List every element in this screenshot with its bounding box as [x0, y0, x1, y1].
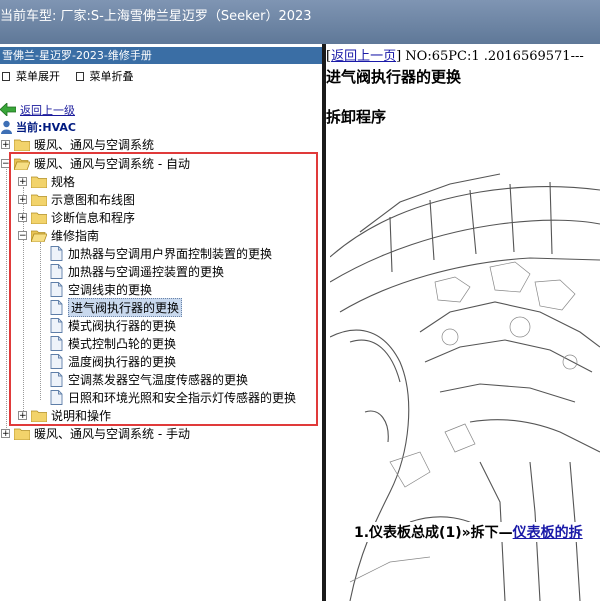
tree-node-diagnostics[interactable]: + 诊断信息和程序 — [18, 208, 135, 226]
manual-title: 雪佛兰-星迈罗-2023-维修手册 — [2, 49, 152, 62]
back-up-level-label: 返回上一级 — [20, 103, 75, 117]
tree-doc[interactable]: 空调蒸发器空气温度传感器的更换 — [50, 370, 248, 388]
open-folder-icon — [31, 230, 47, 242]
folder-icon — [14, 428, 30, 440]
content-panel: [返回上一页] NO:65PC:1 .2016569571--- 进气阀执行器的… — [326, 44, 600, 601]
folder-icon — [31, 176, 47, 188]
tree-doc[interactable]: 空调线束的更换 — [50, 280, 152, 298]
tree-doc-label: 加热器与空调用户界面控制装置的更换 — [68, 246, 273, 261]
tree-doc-selected[interactable]: 进气阀执行器的更换 — [50, 297, 183, 317]
document-icon — [50, 335, 63, 351]
tree-doc-label: 模式控制凸轮的更换 — [68, 336, 177, 351]
tree-doc-label: 模式阀执行器的更换 — [68, 318, 177, 333]
tree-doc-label: 日照和环境光照和安全指示灯传感器的更换 — [68, 390, 297, 405]
tree-doc[interactable]: 加热器与空调用户界面控制装置的更换 — [50, 244, 272, 262]
expand-toggle-icon[interactable]: + — [1, 428, 10, 438]
folder-icon — [31, 410, 47, 422]
document-icon — [50, 353, 63, 369]
navigation-panel: 雪佛兰-星迈罗-2023-维修手册 菜单展开 菜单折叠 返回上一级 当前:HVA… — [0, 44, 322, 601]
tree-node-hvac-manual[interactable]: + 暖风、通风与空调系统 - 手动 — [1, 424, 190, 442]
doc-header: [返回上一页] NO:65PC:1 .2016569571--- — [326, 49, 584, 64]
tree-doc-label: 温度阀执行器的更换 — [68, 354, 177, 369]
tree-node-hvac-auto[interactable]: − 暖风、通风与空调系统 - 自动 — [1, 154, 190, 172]
tree-doc[interactable]: 模式阀执行器的更换 — [50, 316, 176, 334]
document-icon — [50, 263, 63, 279]
current-location-label: 当前:HVAC — [16, 121, 76, 134]
tree-node-description[interactable]: + 说明和操作 — [18, 406, 111, 424]
tree-node-label: 暖风、通风与空调系统 - 自动 — [34, 156, 190, 171]
tree-node-repair-guide[interactable]: − 维修指南 — [18, 226, 99, 244]
collapse-menu-button[interactable]: 菜单折叠 — [74, 68, 134, 84]
document-icon — [50, 317, 63, 333]
user-icon — [1, 120, 12, 134]
vehicle-label: 当前车型: 厂家:S-上海雪佛兰星迈罗（Seeker）2023 — [0, 9, 312, 24]
folder-icon — [14, 139, 30, 151]
document-icon — [50, 371, 63, 387]
tree-node-specs[interactable]: + 规格 — [18, 172, 75, 190]
back-page-link[interactable]: 返回上一页 — [331, 49, 396, 64]
back-up-level-link[interactable]: 返回上一级 — [0, 102, 75, 117]
tree-doc-label: 空调线束的更换 — [68, 282, 153, 297]
tree-node-hvac[interactable]: + 暖风、通风与空调系统 — [1, 135, 154, 153]
tree-connector — [6, 160, 7, 438]
expand-toggle-icon[interactable]: + — [18, 194, 27, 204]
step-text: 1.仪表板总成(1)»拆下— — [354, 525, 513, 541]
folder-icon — [31, 212, 47, 224]
step-instruction: 1.仪表板总成(1)»拆下—仪表板的拆 — [354, 522, 583, 542]
tree-node-label: 暖风、通风与空调系统 — [34, 137, 155, 152]
step-link[interactable]: 仪表板的拆 — [513, 525, 583, 541]
tree-node-label: 规格 — [51, 174, 76, 189]
tree-node-label: 示意图和布线图 — [51, 192, 136, 207]
collapse-icon — [75, 71, 84, 81]
document-icon — [50, 281, 63, 297]
document-icon — [50, 245, 63, 261]
document-icon — [50, 389, 63, 405]
tree-doc-label: 加热器与空调遥控装置的更换 — [68, 264, 225, 279]
tree-connector — [40, 242, 41, 400]
doc-number: ] NO:65PC:1 .2016569571--- — [396, 49, 584, 64]
tree-doc[interactable]: 模式控制凸轮的更换 — [50, 334, 176, 352]
panel-title-bar: 雪佛兰-星迈罗-2023-维修手册 — [0, 47, 322, 64]
collapse-toggle-icon[interactable]: − — [1, 158, 10, 168]
current-location: 当前:HVAC — [0, 119, 76, 135]
document-icon — [50, 299, 63, 315]
section-heading: 拆卸程序 — [326, 108, 387, 126]
folder-icon — [31, 194, 47, 206]
expand-toggle-icon[interactable]: + — [1, 139, 10, 149]
tree-doc[interactable]: 加热器与空调遥控装置的更换 — [50, 262, 224, 280]
expand-menu-button[interactable]: 菜单展开 — [0, 68, 60, 84]
tree-node-label: 维修指南 — [51, 228, 100, 243]
vehicle-header: 当前车型: 厂家:S-上海雪佛兰星迈罗（Seeker）2023 — [0, 0, 600, 44]
tree-node-diagrams[interactable]: + 示意图和布线图 — [18, 190, 135, 208]
tree-doc[interactable]: 日照和环境光照和安全指示灯传感器的更换 — [50, 388, 296, 406]
page-title: 进气阀执行器的更换 — [326, 68, 462, 86]
tree-node-label: 说明和操作 — [51, 408, 112, 423]
expand-toggle-icon[interactable]: + — [18, 212, 27, 222]
expand-toggle-icon[interactable]: + — [18, 410, 27, 420]
open-folder-icon — [14, 158, 30, 170]
collapse-toggle-icon[interactable]: − — [18, 230, 27, 240]
tree-node-label: 暖风、通风与空调系统 - 手动 — [34, 426, 190, 441]
tree-doc-label: 进气阀执行器的更换 — [68, 297, 183, 317]
tree-doc-label: 空调蒸发器空气温度传感器的更换 — [68, 372, 249, 387]
expand-icon — [2, 71, 10, 81]
collapse-menu-label: 菜单折叠 — [89, 70, 134, 83]
menu-toolbar: 菜单展开 菜单折叠 — [0, 68, 144, 86]
expand-menu-label: 菜单展开 — [16, 70, 60, 83]
tree-node-label: 诊断信息和程序 — [51, 210, 136, 225]
expand-toggle-icon[interactable]: + — [18, 176, 27, 186]
back-arrow-icon — [0, 103, 16, 116]
tree-doc[interactable]: 温度阀执行器的更换 — [50, 352, 176, 370]
